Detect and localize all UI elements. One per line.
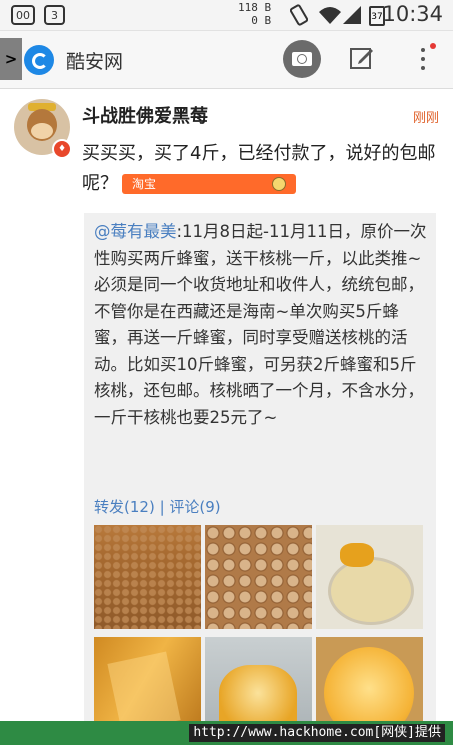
repost-stats: 转发(12) | 评论(9) (94, 496, 221, 517)
verified-badge-icon: ♦ (52, 139, 72, 159)
mention-link[interactable]: @莓有最美 (94, 222, 177, 241)
comment-link[interactable]: 评论(9) (169, 498, 220, 516)
coolapk-logo-icon[interactable] (24, 45, 54, 75)
upload-speed: 118 B (238, 1, 272, 14)
image-walnuts-pile[interactable] (94, 525, 201, 629)
notification-label: 00 (16, 9, 30, 22)
edit-icon[interactable] (349, 45, 375, 71)
status-bar: 00 3 118 B 0 B 37 10:34 (0, 0, 453, 31)
camera-icon[interactable] (283, 40, 321, 78)
signal-icon (343, 6, 361, 24)
forward-link[interactable]: 转发(12) (94, 498, 155, 516)
app-bar: 酷安网 (0, 31, 453, 89)
watermark-text: http://www.hackhome.com[网侠]提供 (189, 724, 445, 742)
clock: 10:34 (382, 2, 443, 26)
taobao-tag[interactable]: 淘宝 (122, 174, 296, 194)
post-time: 刚刚 (412, 111, 439, 126)
feed-post[interactable]: ♦ 斗战胜佛爱黑莓 刚刚 买买买，买了4斤，已经付款了，说好的包邮呢？ 淘宝 @莓… (0, 89, 453, 741)
tag-label: 淘宝 (132, 177, 157, 191)
repost-text: @莓有最美:11月8日起-11月11日，原价一次性购买两斤蜂蜜，送干核桃一斤，以… (94, 219, 430, 431)
network-speed: 118 B 0 B (238, 1, 271, 27)
more-icon[interactable] (416, 43, 436, 77)
stats-separator: | (154, 498, 170, 516)
watermark-bar: http://www.hackhome.com[网侠]提供 (0, 721, 453, 745)
battery-level: 37 (371, 12, 383, 22)
post-text: 买买买，买了4斤，已经付款了，说好的包邮呢？ 淘宝 (82, 139, 442, 199)
notification-dot (430, 43, 436, 49)
download-speed: 0 B (251, 14, 272, 27)
reposted-post[interactable]: @莓有最美:11月8日起-11月11日，原价一次性购买两斤蜂蜜，送干核桃一斤，以… (84, 213, 436, 741)
message-count-icon: 3 (44, 5, 65, 25)
image-walnuts-closeup[interactable] (205, 525, 312, 629)
taobao-icon (272, 177, 286, 191)
username[interactable]: 斗战胜佛爱黑莓 (82, 102, 208, 128)
wifi-icon (319, 7, 341, 24)
app-title: 酷安网 (66, 51, 124, 73)
rotate-icon (290, 4, 308, 26)
repost-body: :11月8日起-11月11日，原价一次性购买两斤蜂蜜，送干核桃一斤，以此类推~必… (94, 222, 427, 427)
image-honey-bowl[interactable] (316, 525, 423, 629)
message-count: 3 (51, 9, 58, 22)
notification-icon: 00 (11, 5, 35, 25)
side-drawer-tab[interactable]: > (0, 38, 22, 80)
